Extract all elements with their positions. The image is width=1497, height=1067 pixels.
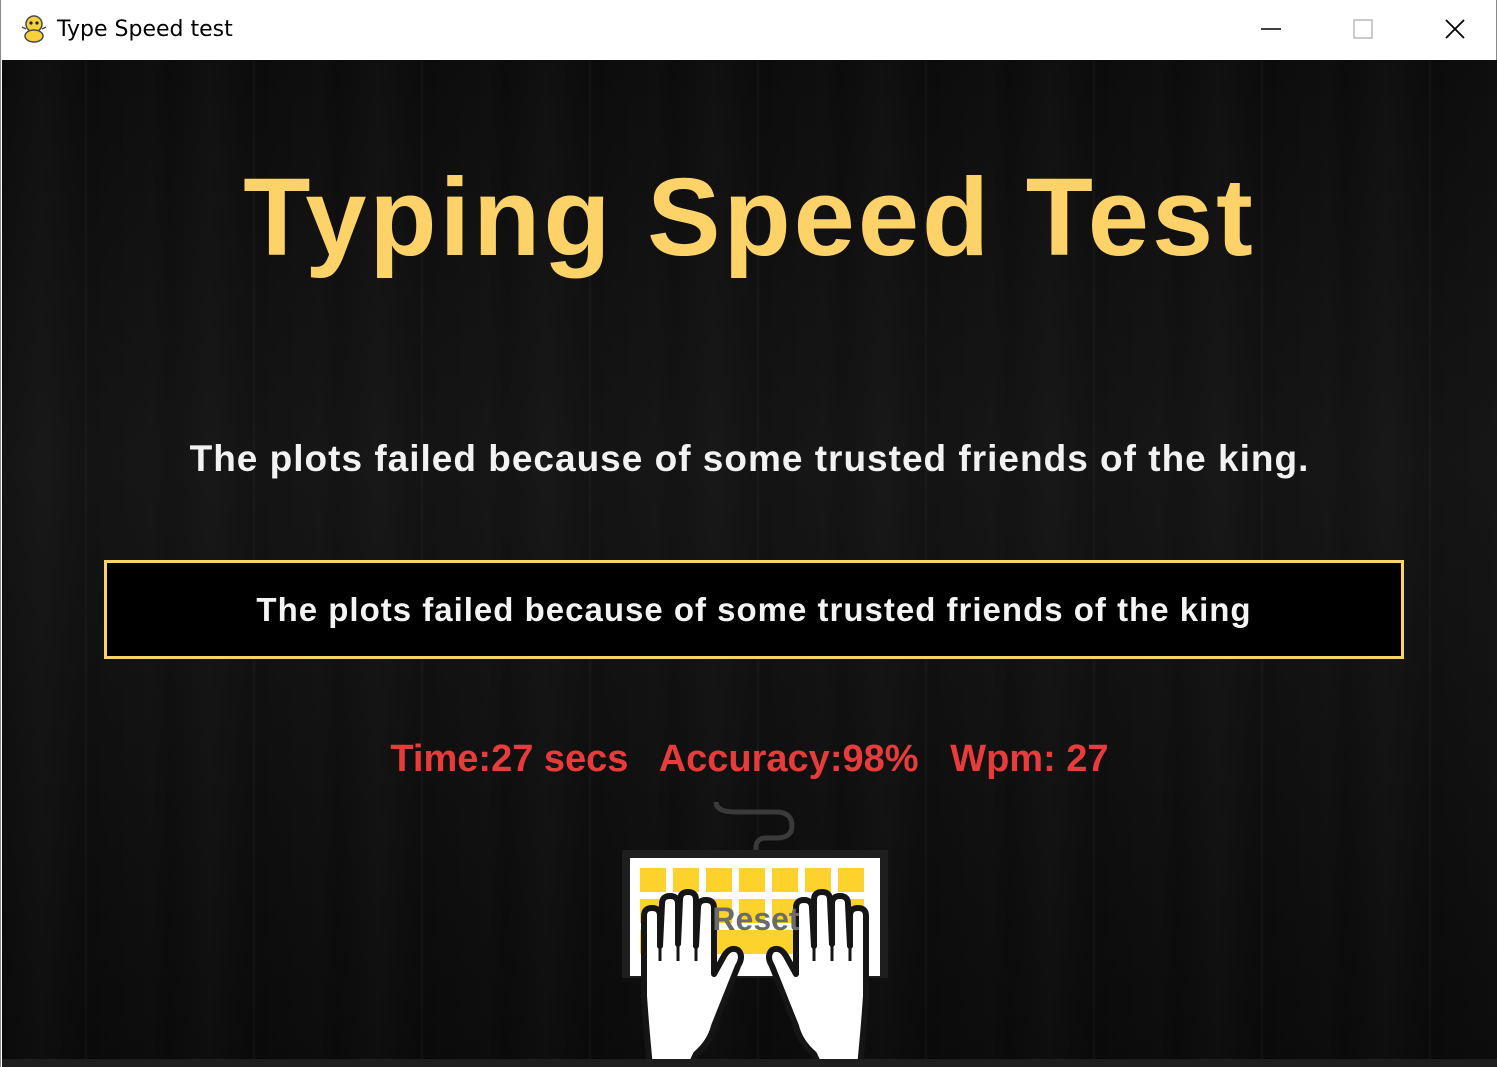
- minimize-button[interactable]: [1225, 0, 1317, 58]
- keycap: [673, 868, 699, 892]
- taskbar-edge: [2, 1059, 1497, 1067]
- close-button[interactable]: [1409, 0, 1497, 58]
- accuracy-stat: Accuracy:98%: [658, 738, 919, 780]
- app-window: Type Speed test Typing Speed Test The pl…: [0, 0, 1497, 1067]
- keycap: [739, 868, 765, 892]
- keycap: [772, 868, 798, 892]
- maximize-icon: [1353, 19, 1373, 39]
- typing-input-box[interactable]: The plots failed because of some trusted…: [104, 560, 1404, 659]
- minimize-icon: [1261, 28, 1281, 30]
- prompt-sentence: The plots failed because of some trusted…: [189, 438, 1310, 479]
- time-stat: Time:27 secs: [390, 738, 629, 780]
- maximize-button[interactable]: [1317, 0, 1409, 58]
- typed-text: The plots failed because of some trusted…: [256, 590, 1252, 628]
- results-line: Time:27 secs Accuracy:98% Wpm: 27: [2, 736, 1497, 782]
- window-title: Type Speed test: [57, 17, 233, 42]
- page-title: Typing Speed Test: [243, 156, 1256, 279]
- keycap: [805, 868, 831, 892]
- game-canvas[interactable]: Typing Speed Test The plots failed becau…: [2, 60, 1497, 1067]
- keycap: [739, 899, 765, 923]
- keyboard-hands-icon: [622, 801, 888, 1067]
- pygame-snake-icon: [21, 15, 47, 43]
- title-bar[interactable]: Type Speed test: [1, 0, 1496, 60]
- keycap: [640, 868, 666, 892]
- keycap: [706, 868, 732, 892]
- close-icon: [1445, 19, 1465, 39]
- wpm-stat: Wpm: 27: [950, 738, 1109, 780]
- reset-button[interactable]: Reset: [616, 796, 896, 1067]
- keycap: [838, 868, 864, 892]
